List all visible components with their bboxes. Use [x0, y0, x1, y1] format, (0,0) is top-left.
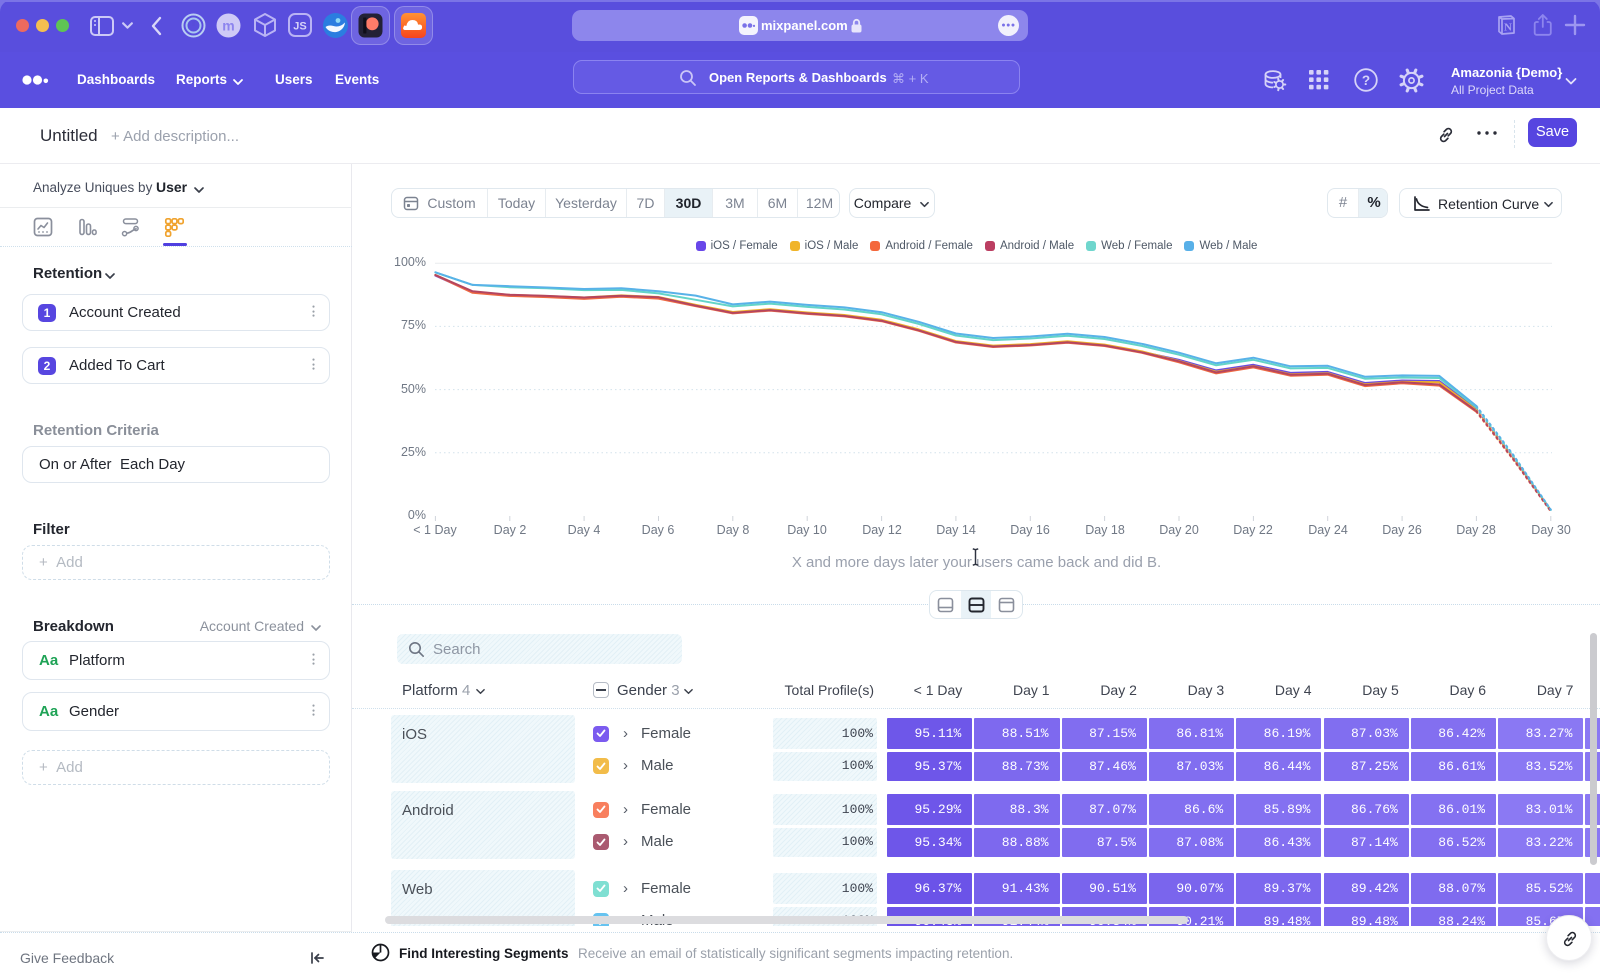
svg-text:?: ? [1362, 73, 1370, 88]
svg-text:m: m [222, 18, 234, 34]
svg-text:N: N [1504, 22, 1512, 34]
svg-text:JS: JS [293, 21, 306, 33]
